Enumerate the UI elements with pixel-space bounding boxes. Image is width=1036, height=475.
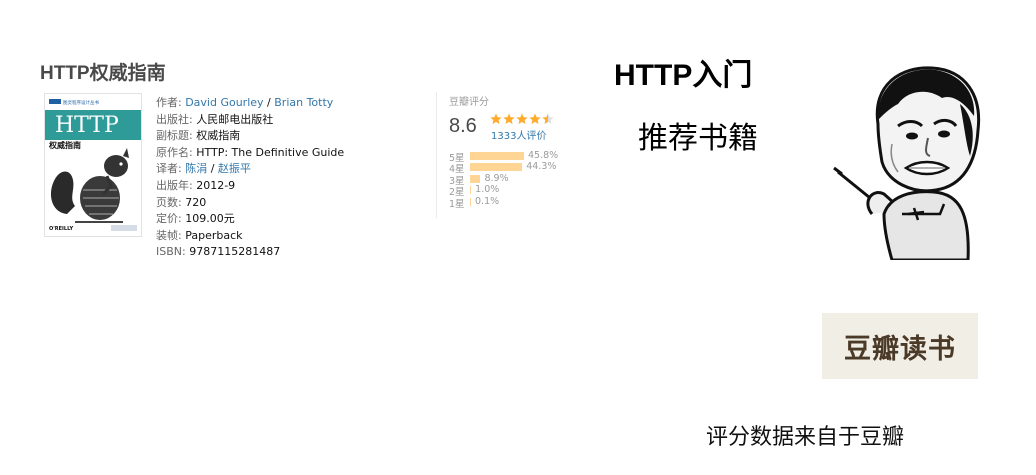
book-info-label: 作者: [156,96,186,109]
rating-bar-percent: 0.1% [475,195,500,207]
rating-bar-percent: 45.8% [528,150,559,161]
douban-books-logo: 豆瓣读书 [822,313,978,379]
book-info-value: 9787115281487 [189,245,281,259]
rating-bar-fill [470,152,524,160]
book-info-value: Paperback [185,228,243,242]
separator: / [207,162,218,176]
star-icon [490,113,502,124]
data-source-note: 评分数据来自于豆瓣 [706,425,905,450]
star-icon [542,113,554,124]
star-icon [503,113,515,124]
book-info-label: ISBN: [156,245,190,259]
book-info-link[interactable]: David Gourley [185,96,263,109]
book-cover-image[interactable]: 图灵程序设计丛书 HTTP 权威指南 O'REILLY [44,93,142,237]
book-info-value: HTTP: The Definitive Guide [196,145,345,159]
book-info-label: 原作名: [156,145,197,159]
book-info-label: 译者: [156,162,186,176]
book-info-row: 定价: 109.00元 [156,211,344,228]
cover-publisher-mark: O'REILLY [49,226,74,232]
book-info-row: 页数: 720 [156,195,344,212]
book-title[interactable]: HTTP权威指南 [40,58,166,85]
pointing-meme-illustration [833,66,981,260]
book-info-label: 装帧: [156,228,186,242]
rating-bar-label: 1星 [449,198,465,210]
book-info-link[interactable]: 赵振平 [218,162,251,175]
book-info-row: 出版年: 2012-9 [156,178,344,195]
book-info-label: 页数: [156,195,186,209]
caption-recommended-books: 推荐书籍 [638,121,758,156]
book-info-label: 出版社: [156,112,197,126]
star-icon [516,113,528,124]
book-info-row: ISBN: 9787115281487 [156,244,344,261]
rating-bar-percent: 8.9% [484,172,509,184]
book-info-value: 权威指南 [196,129,241,143]
book-info-link[interactable]: 陈涓 [185,162,207,175]
rating-score: 8.6 [449,115,477,137]
divider [436,92,437,218]
squirrel-cover-art: 图灵程序设计丛书 HTTP 权威指南 O'REILLY [45,94,141,236]
caption-http-intro: HTTP入门 [614,59,753,92]
book-info-row: 副标题: 权威指南 [156,128,344,145]
book-info-row: 译者: 陈涓 / 赵振平 [156,161,344,178]
separator: / [263,96,275,109]
book-info-row: 原作名: HTTP: The Definitive Guide [156,145,344,162]
rating-bar-percent: 1.0% [475,184,500,196]
book-info-row: 作者: David Gourley / Brian Totty [156,95,344,112]
rating-bar-fill [470,186,472,195]
rating-people-link[interactable]: 1333人评价 [491,127,546,142]
book-info-label: 出版年: [156,178,197,192]
book-info-row: 装帧: Paperback [156,228,344,245]
douban-rating-panel: 豆瓣评分 8.6 1333人评价 [449,93,554,142]
cover-series: 图灵程序设计丛书 [63,99,99,106]
cover-title-en: HTTP [55,113,119,138]
rating-bar-fill [470,163,523,172]
rating-bar-percent: 44.3% [526,161,557,173]
book-info-label: 副标题: [156,129,197,143]
rating-bar-fill [470,197,471,206]
book-info-link[interactable]: Brian Totty [274,96,333,109]
douban-books-logo-text: 豆瓣读书 [844,333,956,365]
cover-subtitle-cn: 权威指南 [48,140,81,150]
book-info-value: 人民邮电出版社 [196,112,274,126]
book-info-value: 109.00元 [185,212,235,226]
rating-label: 豆瓣评分 [449,97,489,108]
star-icon [529,113,541,124]
book-info-value: 2012-9 [196,178,236,192]
book-info-list: 作者: David Gourley / Brian Totty 出版社: 人民邮电… [156,95,344,261]
book-info-row: 出版社: 人民邮电出版社 [156,112,344,129]
rating-bar-fill [470,174,481,183]
book-info-label: 定价: [156,212,186,226]
book-info-value: 720 [185,195,207,209]
